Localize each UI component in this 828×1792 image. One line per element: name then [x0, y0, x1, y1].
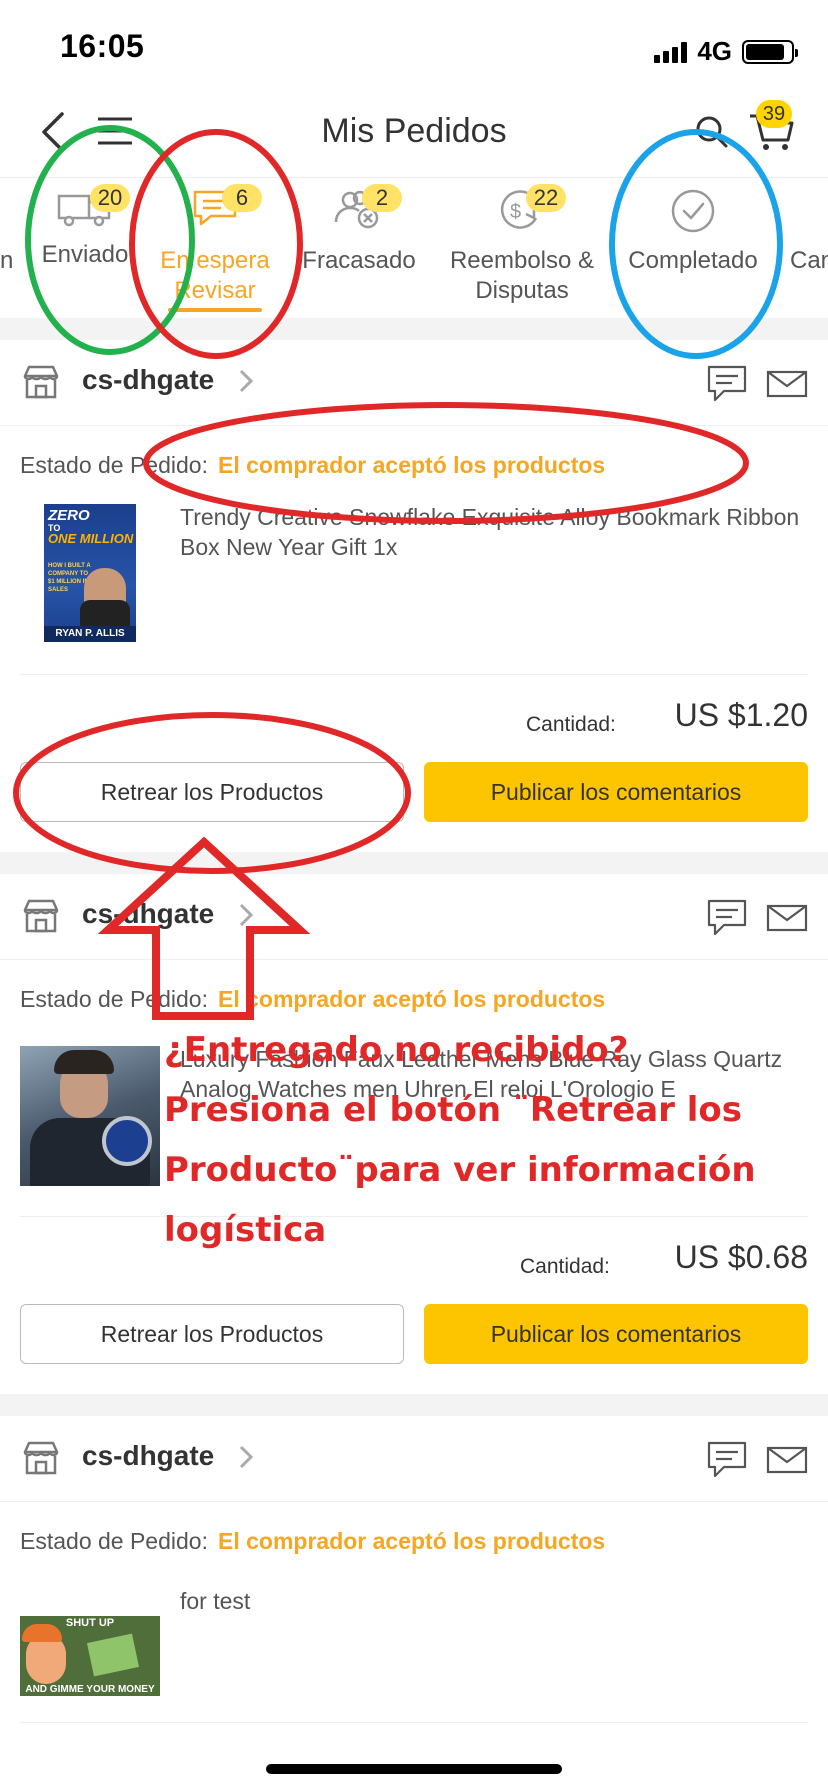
- section-separator: [0, 1394, 828, 1416]
- product-title[interactable]: for test: [180, 1586, 820, 1616]
- tab-badge: 22: [526, 184, 566, 212]
- tab-label: Enviado: [41, 241, 129, 268]
- tab-label: Fracasado: [302, 247, 416, 274]
- order-status-value: El comprador aceptó los productos: [217, 452, 606, 478]
- order-status-label: Estado de Pedido:: [20, 1528, 208, 1554]
- svg-text:$: $: [510, 201, 521, 223]
- post-review-button[interactable]: Publicar los comentarios: [424, 762, 808, 822]
- tab-label: Reembolso & Disputas: [449, 247, 595, 304]
- annotation-line: Presiona el botón ¨Retrear los: [164, 1090, 742, 1130]
- quantity-row: Cantidad: US $1.20: [20, 674, 808, 736]
- chevron-right-icon: [238, 1444, 254, 1475]
- status-time: 16:05: [60, 28, 145, 64]
- nav-bar: Mis Pedidos 39: [0, 100, 828, 178]
- author-suit: [80, 600, 130, 626]
- chat-icon[interactable]: [706, 364, 748, 409]
- section-separator: [0, 852, 828, 874]
- post-review-button[interactable]: Publicar los comentarios: [424, 1304, 808, 1364]
- tab-badge: 20: [90, 184, 130, 212]
- network-type: 4G: [697, 36, 732, 66]
- home-indicator: [266, 1764, 562, 1774]
- battery-icon: [742, 39, 798, 64]
- order-status: Estado de Pedido: El comprador aceptó los…: [20, 452, 605, 479]
- chat-icon[interactable]: [706, 1440, 748, 1485]
- order-status: Estado de Pedido: El comprador aceptó los…: [20, 1528, 605, 1555]
- active-tab-underline: [168, 308, 262, 312]
- tab-reembolso-disputas[interactable]: $ 22 Reembolso & Disputas: [430, 178, 614, 318]
- annotation-text: ¿Entregado no recibido? Presiona el botó…: [164, 1020, 756, 1260]
- product-title[interactable]: Trendy Creative Snowflake Exquisite Allo…: [180, 502, 820, 562]
- tab-fracasado[interactable]: 2 Fracasado: [296, 178, 422, 318]
- product-image-book[interactable]: ZERO TO ONE MILLION HOW I BUILT A COMPAN…: [44, 504, 136, 642]
- order-status-value: El comprador aceptó los productos: [217, 986, 606, 1012]
- store-row[interactable]: cs-dhgate: [0, 340, 828, 426]
- mail-icon[interactable]: [766, 1446, 808, 1479]
- order-card: cs-dhgate Estado de Pedido: El comprador …: [0, 340, 828, 852]
- tab-partial-left[interactable]: n: [0, 178, 13, 318]
- book-cover-text: ONE MILLION: [48, 531, 134, 546]
- meme-bottom-text: AND GIMME YOUR MONEY: [25, 1684, 155, 1695]
- status-indicators: 4G: [654, 36, 798, 67]
- mail-icon[interactable]: [766, 904, 808, 937]
- order-status-value: El comprador aceptó los productos: [217, 1528, 606, 1554]
- cart-count-badge: 39: [756, 100, 792, 128]
- tab-badge: 2: [362, 184, 402, 212]
- store-name[interactable]: cs-dhgate: [82, 364, 214, 396]
- annotation-line: ¿Entregado no recibido?: [164, 1030, 629, 1070]
- store-row[interactable]: cs-dhgate: [0, 1416, 828, 1502]
- tab-label: Can: [790, 247, 828, 274]
- store-icon: [22, 898, 60, 939]
- watch-face: [102, 1116, 152, 1166]
- store-icon: [22, 1440, 60, 1481]
- book-cover-text: ZERO: [48, 507, 90, 524]
- tab-badge: 6: [222, 184, 262, 212]
- tab-partial-right[interactable]: Can: [790, 178, 828, 318]
- track-products-button[interactable]: Retrear los Productos: [20, 762, 404, 822]
- order-status-tabs: n 20 Enviado 6 En espera Revisar 2 Fraca…: [0, 178, 828, 318]
- divider: [20, 1722, 808, 1723]
- store-name[interactable]: cs-dhgate: [82, 898, 214, 930]
- order-card: cs-dhgate Estado de Pedido: El comprador …: [0, 1416, 828, 1792]
- tab-en-espera-revisar[interactable]: 6 En espera Revisar: [140, 178, 290, 318]
- search-icon[interactable]: [694, 114, 730, 155]
- book-cover-author: RYAN P. ALLIS: [44, 626, 136, 642]
- tab-completado[interactable]: Completado: [618, 178, 768, 318]
- tab-enviado[interactable]: 20 Enviado: [20, 178, 150, 318]
- chat-icon[interactable]: [706, 898, 748, 943]
- meme-money: [86, 1633, 140, 1677]
- product-image-meme[interactable]: SHUT UP AND GIMME YOUR MONEY: [20, 1616, 160, 1696]
- model-hair: [54, 1050, 114, 1074]
- mail-icon[interactable]: [766, 370, 808, 403]
- order-status-label: Estado de Pedido:: [20, 452, 208, 478]
- annotation-line: logística: [164, 1210, 327, 1250]
- section-separator: [0, 318, 828, 340]
- store-icon: [22, 364, 60, 405]
- quantity-label: Cantidad:: [526, 713, 616, 736]
- order-status: Estado de Pedido: El comprador aceptó los…: [20, 986, 605, 1013]
- chevron-right-icon: [238, 902, 254, 933]
- product-image-watch[interactable]: [20, 1046, 160, 1186]
- order-status-label: Estado de Pedido:: [20, 986, 208, 1012]
- store-name[interactable]: cs-dhgate: [82, 1440, 214, 1472]
- check-circle-icon: [670, 188, 716, 239]
- tab-label: Completado: [628, 247, 758, 274]
- order-price: US $1.20: [674, 697, 808, 733]
- meme-top-text: SHUT UP: [65, 1617, 115, 1629]
- signal-icon: [654, 41, 688, 63]
- track-products-button[interactable]: Retrear los Productos: [20, 1304, 404, 1364]
- annotation-line: Producto¨para ver información: [164, 1150, 756, 1190]
- chevron-right-icon: [238, 368, 254, 399]
- tab-label: En espera Revisar: [160, 247, 270, 304]
- store-row[interactable]: cs-dhgate: [0, 874, 828, 960]
- status-bar: 16:05 4G: [0, 0, 828, 100]
